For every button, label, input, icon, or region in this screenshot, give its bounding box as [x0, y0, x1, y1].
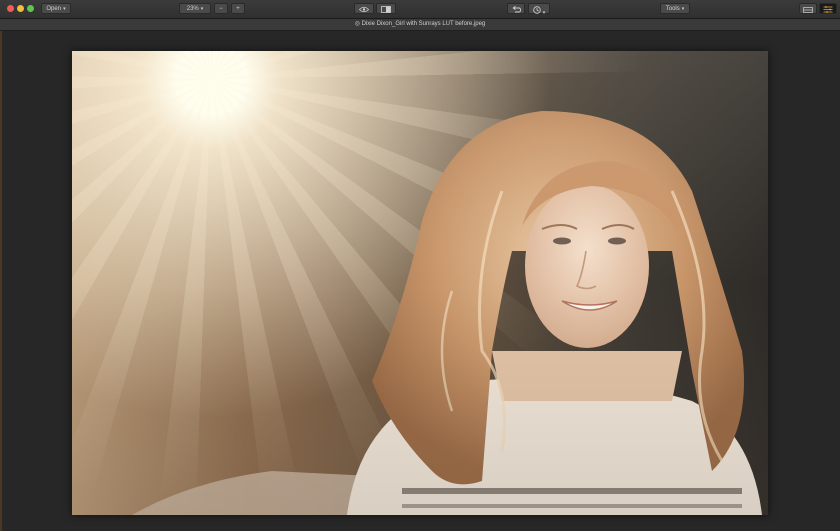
- layout-button[interactable]: [799, 3, 817, 14]
- chevron-down-icon: ▾: [200, 6, 204, 12]
- zoom-out-button[interactable]: −: [214, 3, 228, 14]
- panel-layout-icon: [803, 6, 813, 13]
- chevron-down-icon: ▾: [542, 9, 546, 16]
- eye-icon: [358, 6, 370, 13]
- chevron-down-icon: ▾: [681, 6, 685, 12]
- zoom-in-label: +: [236, 6, 240, 12]
- window-minimize-button[interactable]: [17, 5, 24, 12]
- zoom-in-button[interactable]: +: [231, 3, 245, 14]
- window-close-button[interactable]: [7, 5, 14, 12]
- adjust-button[interactable]: [819, 3, 837, 14]
- zoom-level-value: 23%: [186, 6, 199, 12]
- zoom-level-select[interactable]: 23% ▾: [179, 3, 211, 14]
- tools-label: Tools: [665, 6, 680, 12]
- photo-canvas[interactable]: [72, 51, 768, 515]
- open-label: Open: [46, 6, 62, 12]
- preview-button[interactable]: [354, 3, 374, 14]
- document-title: ◎ Dixie Dixon_Girl with Sunrays LUT befo…: [354, 21, 486, 27]
- tools-menu-button[interactable]: Tools ▾: [660, 3, 690, 14]
- zoom-out-label: −: [219, 6, 223, 12]
- undo-button[interactable]: [507, 3, 525, 14]
- window-zoom-button[interactable]: [27, 5, 34, 12]
- undo-icon: [511, 5, 521, 13]
- compare-button[interactable]: [376, 3, 396, 14]
- chevron-down-icon: ▾: [63, 6, 66, 12]
- history-button[interactable]: ▾: [528, 3, 550, 16]
- window-edge: [0, 31, 2, 531]
- document-titlebar: ◎ Dixie Dixon_Girl with Sunrays LUT befo…: [0, 19, 840, 31]
- color-grade-overlay: [72, 51, 768, 515]
- clock-icon: [533, 5, 541, 14]
- sliders-icon: [823, 6, 833, 13]
- open-button[interactable]: Open ▾: [41, 3, 71, 14]
- compare-icon: [381, 6, 391, 13]
- main-toolbar: Open ▾ 23% ▾ − + ▾ Tools ▾: [0, 0, 840, 19]
